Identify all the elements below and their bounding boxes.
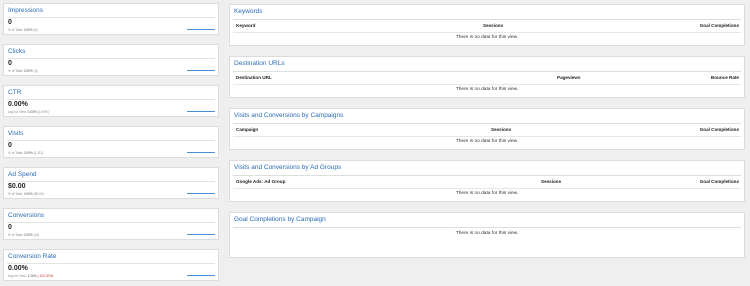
divider	[233, 32, 741, 33]
metric-subtext: Avg for View: 1.26% (-100.00%)	[8, 274, 54, 278]
sparkline	[187, 70, 215, 71]
divider	[233, 123, 741, 124]
empty-message: There is no data for this view.	[455, 231, 519, 236]
table-header: Campaign Sessions Goal Completions	[235, 126, 739, 134]
metric-value: 0	[8, 60, 12, 67]
panel-title[interactable]: Keywords	[234, 8, 263, 16]
column-header-sessions[interactable]: Sessions	[483, 23, 503, 28]
metric-card-impressions: Impressions 0 % of Total: 0.00% (0)	[3, 3, 219, 35]
divider	[233, 71, 741, 72]
panel-ad-groups: Visits and Conversions by Ad Groups Goog…	[229, 160, 745, 202]
divider	[233, 84, 741, 85]
column-header-campaign[interactable]: Campaign	[236, 127, 258, 132]
sparkline	[187, 193, 215, 194]
sparkline	[187, 275, 215, 276]
empty-message: There is no data for this view.	[455, 191, 519, 196]
metric-subtext: % of Total: 0.00% (14)	[8, 233, 40, 237]
column-header-goal-completions[interactable]: Goal Completions	[700, 23, 739, 28]
divider	[7, 263, 215, 264]
panel-title[interactable]: Destination URLs	[234, 60, 285, 68]
column-header-destination-url[interactable]: Destination URL	[236, 75, 272, 80]
metric-card-clicks: Clicks 0 % of Total: 0.00% (0)	[3, 44, 219, 76]
metric-card-conversions: Conversions 0 % of Total: 0.00% (14)	[3, 208, 219, 240]
metric-card-ad-spend: Ad Spend $0.00 % of Total: 0.00% ($0.00)	[3, 167, 219, 199]
sparkline	[187, 234, 215, 235]
metric-value: 0	[8, 224, 12, 231]
metric-title[interactable]: Conversion Rate	[8, 253, 56, 261]
metric-value: 0.00%	[8, 101, 28, 108]
table-header: Destination URL Pageviews Bounce Rate	[235, 74, 739, 82]
metric-card-conversion-rate: Conversion Rate 0.00% Avg for View: 1.26…	[3, 249, 219, 281]
column-header-keyword[interactable]: Keyword	[236, 23, 255, 28]
divider	[7, 17, 215, 18]
metric-subtext: % of Total: 0.00% (0)	[8, 69, 38, 73]
empty-message: There is no data for this view.	[455, 87, 519, 92]
panel-title[interactable]: Goal Completions by Campaign	[234, 216, 326, 224]
column-header-goal-completions[interactable]: Goal Completions	[700, 179, 739, 184]
empty-message: There is no data for this view.	[455, 35, 519, 40]
divider	[7, 140, 215, 141]
column-header-sessions[interactable]: Sessions	[491, 127, 511, 132]
panel-title[interactable]: Visits and Conversions by Campaigns	[234, 112, 343, 120]
metric-value: 0	[8, 19, 12, 26]
metric-title[interactable]: Impressions	[8, 7, 43, 15]
metric-card-visits: Visits 0 % of Total: 0.00% (1,111)	[3, 126, 219, 158]
panel-goal-completions-by-campaign: Goal Completions by Campaign There is no…	[229, 212, 745, 258]
metric-subtext: % of Total: 0.00% (1,111)	[8, 151, 44, 155]
sparkline	[187, 29, 215, 30]
metric-subtext: % of Total: 0.00% ($0.00)	[8, 192, 44, 196]
metric-title[interactable]: Ad Spend	[8, 171, 37, 179]
metric-title[interactable]: CTR	[8, 89, 21, 97]
divider	[233, 19, 741, 20]
metric-subtext: % of Total: 0.00% (0)	[8, 28, 38, 32]
divider	[7, 181, 215, 182]
sparkline	[187, 111, 215, 112]
sparkline	[187, 152, 215, 153]
column-header-goal-completions[interactable]: Goal Completions	[700, 127, 739, 132]
column-header-bounce-rate[interactable]: Bounce Rate	[711, 75, 739, 80]
panel-campaigns: Visits and Conversions by Campaigns Camp…	[229, 108, 745, 150]
metric-title[interactable]: Visits	[8, 130, 23, 138]
table-header: Keyword Sessions Goal Completions	[235, 22, 739, 30]
metric-value: 0.00%	[8, 265, 28, 272]
divider	[233, 136, 741, 137]
metric-value: $0.00	[8, 183, 26, 190]
column-header-sessions[interactable]: Sessions	[541, 179, 561, 184]
empty-message: There is no data for this view.	[455, 139, 519, 144]
panel-title[interactable]: Visits and Conversions by Ad Groups	[234, 164, 341, 172]
panel-destination-urls: Destination URLs Destination URL Pagevie…	[229, 56, 745, 98]
divider	[7, 58, 215, 59]
column-header-pageviews[interactable]: Pageviews	[557, 75, 581, 80]
metric-value: 0	[8, 142, 12, 149]
metric-title[interactable]: Clicks	[8, 48, 25, 56]
divider	[233, 175, 741, 176]
divider	[233, 227, 741, 228]
column-header-ad-group[interactable]: Google Ads: Ad Group	[236, 179, 285, 184]
divider	[233, 188, 741, 189]
divider	[7, 222, 215, 223]
table-header: Google Ads: Ad Group Sessions Goal Compl…	[235, 178, 739, 186]
metric-title[interactable]: Conversions	[8, 212, 44, 220]
metric-card-ctr: CTR 0.00% Avg for View: 0.00% (0.00%)	[3, 85, 219, 117]
metric-subtext: Avg for View: 0.00% (0.00%)	[8, 110, 49, 114]
divider	[7, 99, 215, 100]
panel-keywords: Keywords Keyword Sessions Goal Completio…	[229, 4, 745, 46]
